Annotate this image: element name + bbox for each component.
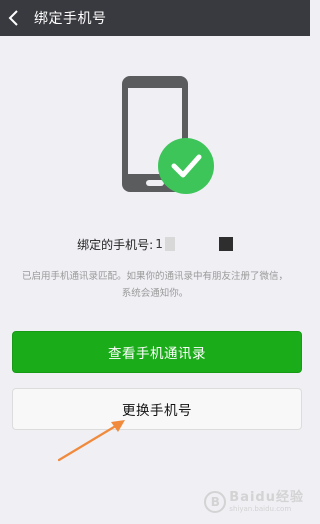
watermark-main: Baidu经验 <box>229 490 304 505</box>
page-title: 绑定手机号 <box>34 11 107 27</box>
back-button[interactable] <box>0 0 28 36</box>
phone-illustration <box>122 76 214 194</box>
watermark-text: Baidu经验 shiyan.baidu.com <box>229 490 304 514</box>
redaction-block <box>218 237 233 251</box>
watermark: B Baidu经验 shiyan.baidu.com <box>204 490 304 514</box>
match-description: 已启用手机通讯录匹配。如果你的通讯录中有朋友注册了微信，系统会通知你。 <box>21 271 288 299</box>
check-circle-icon <box>158 138 214 194</box>
view-contacts-button[interactable]: 查看手机通讯录 <box>12 331 302 373</box>
masked-number <box>164 237 175 251</box>
watermark-sub: shiyan.baidu.com <box>229 505 292 513</box>
back-arrow-icon <box>8 10 18 26</box>
watermark-logo-icon: B <box>204 491 227 513</box>
bound-number-label: 绑定的手机号: <box>77 237 154 252</box>
screen: 绑定手机号 绑定的手机号: 1 已启用手机通讯录匹配。如果你的通讯录中有朋友注册… <box>0 0 310 524</box>
top-bar: 绑定手机号 <box>0 0 310 36</box>
annotation-arrow-icon <box>57 420 125 462</box>
bound-number-visible: 1 <box>155 237 163 251</box>
bound-number-line: 绑定的手机号: 1 <box>0 235 310 253</box>
